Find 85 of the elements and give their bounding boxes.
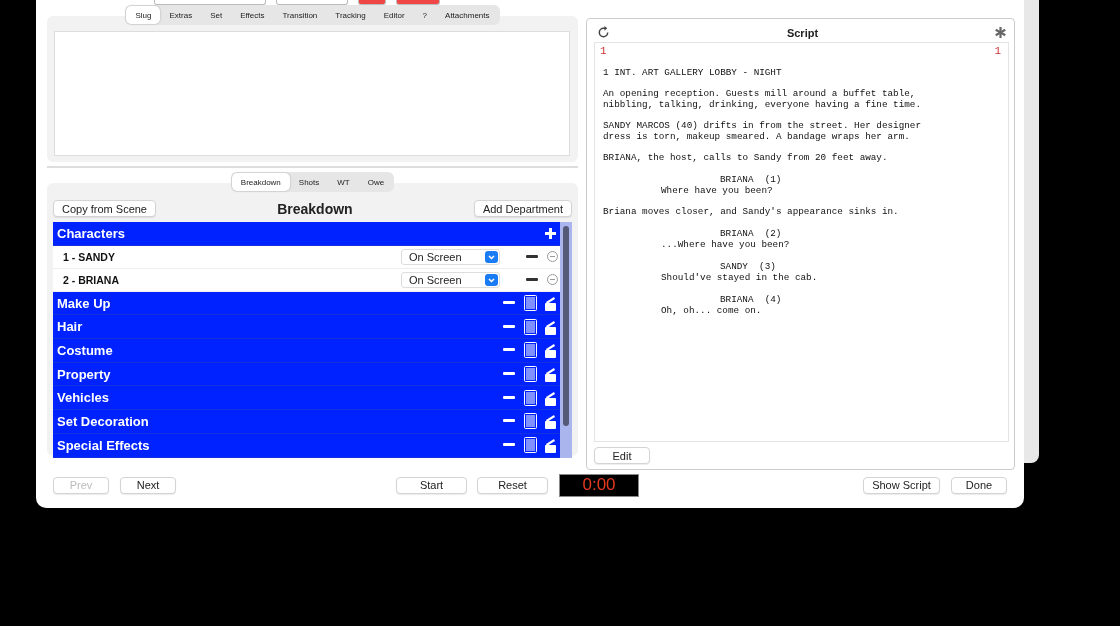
notepad-icon[interactable] <box>524 318 537 335</box>
status-dropdown[interactable]: On Screen <box>401 248 500 265</box>
page-number: 1 <box>600 45 607 57</box>
clapperboard-icon[interactable] <box>545 413 556 430</box>
action-paragraph: An opening reception. Guests mill around a buffet table, nibbling, talking, drinking, everyone having a fine time. <box>603 88 922 110</box>
tab[interactable]: ? <box>413 6 437 24</box>
clapperboard-icon[interactable] <box>545 295 556 312</box>
tab[interactable]: Attachments <box>436 6 499 24</box>
input-field[interactable] <box>154 0 266 5</box>
minus-icon[interactable] <box>526 277 538 282</box>
scene-heading: 1 INT. ART GALLERY LOBBY - NIGHT <box>603 67 783 78</box>
minus-icon[interactable] <box>503 443 515 448</box>
start-button[interactable]: Start <box>396 476 467 494</box>
department-name: Property <box>57 366 112 382</box>
refresh-icon[interactable] <box>597 26 610 39</box>
notepad-icon[interactable] <box>524 413 537 430</box>
tab[interactable]: Extras <box>160 6 202 24</box>
department-name: Make Up <box>57 295 112 311</box>
character-cue: BRIANA (4) <box>720 294 783 305</box>
tab[interactable]: Slug <box>126 6 161 24</box>
remove-circle-icon[interactable] <box>547 251 558 263</box>
minus-icon[interactable] <box>503 301 515 306</box>
breakdown-title: Breakdown <box>277 200 353 217</box>
done-button[interactable]: Done <box>951 476 1007 494</box>
tab[interactable]: Breakdown <box>231 173 290 191</box>
department-name: Characters <box>57 225 126 241</box>
tab[interactable]: Editor <box>374 6 414 24</box>
reset-button[interactable]: Reset <box>477 476 548 494</box>
department-name: Set Decoration <box>57 413 150 429</box>
dialogue-line: Oh, oh... come on. <box>661 305 763 316</box>
notepad-icon[interactable] <box>524 389 537 406</box>
dialogue-line: Where have you been? <box>661 185 774 196</box>
department-name: Special Effects <box>57 437 151 453</box>
notepad-icon[interactable] <box>524 366 537 383</box>
tab[interactable]: Set <box>201 6 232 24</box>
department-name: Costume <box>57 342 114 358</box>
edit-button[interactable]: Edit <box>594 447 650 464</box>
page-number: 1 <box>994 45 1001 57</box>
action-paragraph: SANDY MARCOS (40) drifts in from the street. Her designer dress is torn, makeup smeared. A bandage wraps her arm. <box>603 120 922 142</box>
character-name: 1 - SANDY <box>63 250 116 263</box>
plus-icon[interactable] <box>545 227 556 239</box>
show-script-button[interactable]: Show Script <box>863 476 940 494</box>
script-title: Script <box>786 26 819 39</box>
remove-circle-icon[interactable] <box>547 274 558 286</box>
notepad-icon[interactable] <box>524 437 537 454</box>
tab[interactable]: Tracking <box>326 6 375 24</box>
asterisk-icon[interactable] <box>995 27 1006 38</box>
input-field[interactable] <box>276 0 348 5</box>
minus-icon[interactable] <box>503 348 515 353</box>
caret-icon <box>485 250 498 263</box>
caret-icon <box>485 273 498 286</box>
add-department-button[interactable]: Add Department <box>473 200 572 217</box>
character-name: 2 - BRIANA <box>63 273 120 286</box>
tab[interactable]: Owe <box>358 173 394 191</box>
minus-icon[interactable] <box>503 324 515 329</box>
department-name: Hair <box>57 319 84 335</box>
dialogue-line: Should've stayed in the cab. <box>661 272 819 283</box>
clapperboard-icon[interactable] <box>545 342 556 359</box>
clapperboard-icon[interactable] <box>545 366 556 383</box>
dialogue-line: ...Where have you been? <box>661 239 791 250</box>
character-cue: BRIANA (2) <box>720 228 783 239</box>
clapperboard-icon[interactable] <box>545 318 556 335</box>
character-cue: SANDY (3) <box>720 261 777 272</box>
status-dropdown[interactable]: On Screen <box>401 271 500 288</box>
copy-from-scene-button[interactable]: Copy from Scene <box>53 200 156 217</box>
tab[interactable]: Effects <box>231 6 274 24</box>
input-field[interactable] <box>396 0 440 5</box>
notepad-icon[interactable] <box>524 342 537 359</box>
tab[interactable]: WT <box>328 173 359 191</box>
scrollbar[interactable] <box>560 222 572 458</box>
department-name: Vehicles <box>57 390 111 406</box>
clapperboard-icon[interactable] <box>545 389 556 406</box>
clapperboard-icon[interactable] <box>545 437 556 454</box>
action-paragraph: BRIANA, the host, calls to Sandy from 20 feet away. <box>603 152 889 163</box>
action-paragraph: Briana moves closer, and Sandy's appearance sinks in. <box>603 206 900 217</box>
tab[interactable]: Transition <box>273 6 327 24</box>
minus-icon[interactable] <box>503 372 515 377</box>
minus-icon[interactable] <box>503 395 515 400</box>
notepad-icon[interactable] <box>524 295 537 312</box>
timer-display: 0:00 <box>559 473 639 497</box>
character-cue: BRIANA (1) <box>720 174 783 185</box>
tab[interactable]: Shots <box>289 173 329 191</box>
minus-icon[interactable] <box>526 254 538 259</box>
next-button[interactable]: Next <box>120 476 176 494</box>
minus-icon[interactable] <box>503 419 515 424</box>
